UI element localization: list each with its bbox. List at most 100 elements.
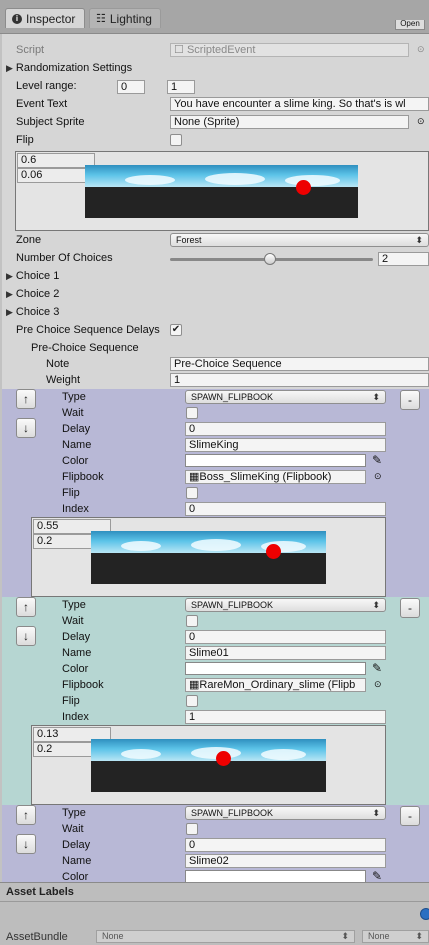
delay-label: Delay xyxy=(62,631,91,643)
foldout-arrow-icon: ▶ xyxy=(6,271,13,281)
choice-1-label: Choice 1 xyxy=(15,270,60,282)
asset-variant-dropdown[interactable]: None ⬍ xyxy=(362,930,429,943)
flip-checkbox[interactable] xyxy=(186,487,198,499)
dropdown-icon: ⬍ xyxy=(341,931,349,941)
flipbook-value: Boss_SlimeKing (Flipbook) xyxy=(199,471,332,483)
dropdown-icon: ⬍ xyxy=(415,931,423,941)
choice-3-foldout[interactable]: ▶ Choice 3 xyxy=(6,306,59,318)
asset-bundle-dropdown[interactable]: None ⬍ xyxy=(96,930,355,943)
move-up-button[interactable]: ↑ xyxy=(16,805,36,825)
wait-checkbox[interactable] xyxy=(186,615,198,627)
color-label: Color xyxy=(62,871,89,882)
type-dropdown[interactable]: SPAWN_FLIPBOOK ⬍ xyxy=(185,390,386,404)
event-text-label: Event Text xyxy=(16,98,68,110)
delay-input[interactable]: 0 xyxy=(185,630,386,644)
color-label: Color xyxy=(62,455,89,467)
script-field[interactable]: ☐ ScriptedEvent xyxy=(170,43,409,57)
name-input[interactable]: Slime01 xyxy=(185,646,386,660)
target-icon[interactable]: ⊙ xyxy=(374,471,382,482)
label-tag-icon[interactable] xyxy=(420,908,429,920)
asset-labels-panel: Asset Labels AssetBundle None ⬍ None ⬍ xyxy=(0,882,429,945)
type-dropdown[interactable]: SPAWN_FLIPBOOK ⬍ xyxy=(185,598,386,612)
flipbook-field[interactable]: ▦Boss_SlimeKing (Flipbook) xyxy=(185,470,366,484)
open-button[interactable]: Open xyxy=(395,20,425,30)
position-marker[interactable] xyxy=(266,544,281,559)
delay-label: Delay xyxy=(62,839,91,851)
dropdown-icon: ⬍ xyxy=(372,600,380,610)
type-value: SPAWN_FLIPBOOK xyxy=(191,392,274,402)
wait-checkbox[interactable] xyxy=(186,407,198,419)
index-label: Index xyxy=(62,503,89,515)
flip-checkbox[interactable] xyxy=(186,695,198,707)
number-of-choices-label: Number Of Choices xyxy=(16,252,113,264)
delay-input[interactable]: 0 xyxy=(185,422,386,436)
wait-label: Wait xyxy=(62,407,84,419)
pre-choice-sequence-label: Pre-Choice Sequence xyxy=(31,342,139,354)
choices-number-input[interactable]: 2 xyxy=(378,252,429,266)
script-icon: ☐ xyxy=(174,44,184,56)
tab-bar: i Inspector ☷ Lighting Open xyxy=(0,0,429,34)
flipbook-label: Flipbook xyxy=(62,679,104,691)
position-marker[interactable] xyxy=(296,180,311,195)
subject-sprite-field[interactable]: None (Sprite) xyxy=(170,115,409,129)
preview-value-2[interactable]: 0.06 xyxy=(17,168,95,183)
flipbook-field[interactable]: ▦RareMon_Ordinary_slime (Flipb xyxy=(185,678,366,692)
move-up-button[interactable]: ↑ xyxy=(16,389,36,409)
type-value: SPAWN_FLIPBOOK xyxy=(191,600,274,610)
asset-variant-value: None xyxy=(368,931,390,941)
preview-scene xyxy=(91,739,326,792)
target-icon[interactable]: ⊙ xyxy=(417,116,425,127)
wait-label: Wait xyxy=(62,823,84,835)
choice-2-foldout[interactable]: ▶ Choice 2 xyxy=(6,288,59,300)
choices-slider-thumb[interactable] xyxy=(264,253,276,265)
target-icon[interactable]: ⊙ xyxy=(417,44,425,55)
color-field[interactable] xyxy=(185,662,366,675)
delay-label: Delay xyxy=(62,423,91,435)
dropdown-icon: ⬍ xyxy=(372,808,380,818)
name-label: Name xyxy=(62,439,92,451)
preview-value-1[interactable]: 0.6 xyxy=(17,153,95,168)
flipbook-icon: ▦ xyxy=(189,471,200,483)
foldout-arrow-icon: ▶ xyxy=(6,289,13,299)
type-label: Type xyxy=(62,391,86,403)
sequence-step-3: ↑ ↓ - Type SPAWN_FLIPBOOK ⬍ Wait Delay 0 … xyxy=(2,805,429,882)
position-marker[interactable] xyxy=(216,751,231,766)
note-input[interactable]: Pre-Choice Sequence xyxy=(170,357,429,371)
pre-choice-delays-label: Pre Choice Sequence Delays xyxy=(16,324,160,336)
move-down-button[interactable]: ↓ xyxy=(16,626,36,646)
sequence-step-2: ↑ ↓ - Type SPAWN_FLIPBOOK ⬍ Wait Delay 0 … xyxy=(2,597,429,805)
eyedropper-icon[interactable]: ✎ xyxy=(372,661,382,675)
wait-checkbox[interactable] xyxy=(186,823,198,835)
level-max-input[interactable]: 1 xyxy=(167,80,195,94)
move-down-button[interactable]: ↓ xyxy=(16,834,36,854)
eyedropper-icon[interactable]: ✎ xyxy=(372,869,382,882)
color-field[interactable] xyxy=(185,870,366,882)
tab-inspector[interactable]: i Inspector xyxy=(5,8,85,28)
choice-3-label: Choice 3 xyxy=(15,306,60,318)
index-input[interactable]: 1 xyxy=(185,710,386,724)
eyedropper-icon[interactable]: ✎ xyxy=(372,453,382,467)
randomization-foldout[interactable]: ▶ Randomization Settings xyxy=(6,62,132,74)
remove-step-button[interactable]: - xyxy=(400,390,420,410)
weight-input[interactable]: 1 xyxy=(170,373,429,387)
type-dropdown[interactable]: SPAWN_FLIPBOOK ⬍ xyxy=(185,806,386,820)
tab-lighting[interactable]: ☷ Lighting xyxy=(89,8,161,28)
remove-step-button[interactable]: - xyxy=(400,598,420,618)
move-up-button[interactable]: ↑ xyxy=(16,597,36,617)
move-down-button[interactable]: ↓ xyxy=(16,418,36,438)
delay-input[interactable]: 0 xyxy=(185,838,386,852)
tab-lighting-label: Lighting xyxy=(109,11,152,26)
zone-dropdown[interactable]: Forest ⬍ xyxy=(170,233,429,247)
color-field[interactable] xyxy=(185,454,366,467)
pre-choice-delays-checkbox[interactable] xyxy=(170,324,182,336)
level-min-input[interactable]: 0 xyxy=(117,80,145,94)
event-text-input[interactable]: You have encounter a slime king. So that… xyxy=(170,97,429,111)
index-input[interactable]: 0 xyxy=(185,502,386,516)
name-input[interactable]: Slime02 xyxy=(185,854,386,868)
remove-step-button[interactable]: - xyxy=(400,806,420,826)
name-input[interactable]: SlimeKing xyxy=(185,438,386,452)
choice-1-foldout[interactable]: ▶ Choice 1 xyxy=(6,270,59,282)
flip-checkbox[interactable] xyxy=(170,134,182,146)
index-label: Index xyxy=(62,711,89,723)
target-icon[interactable]: ⊙ xyxy=(374,679,382,690)
